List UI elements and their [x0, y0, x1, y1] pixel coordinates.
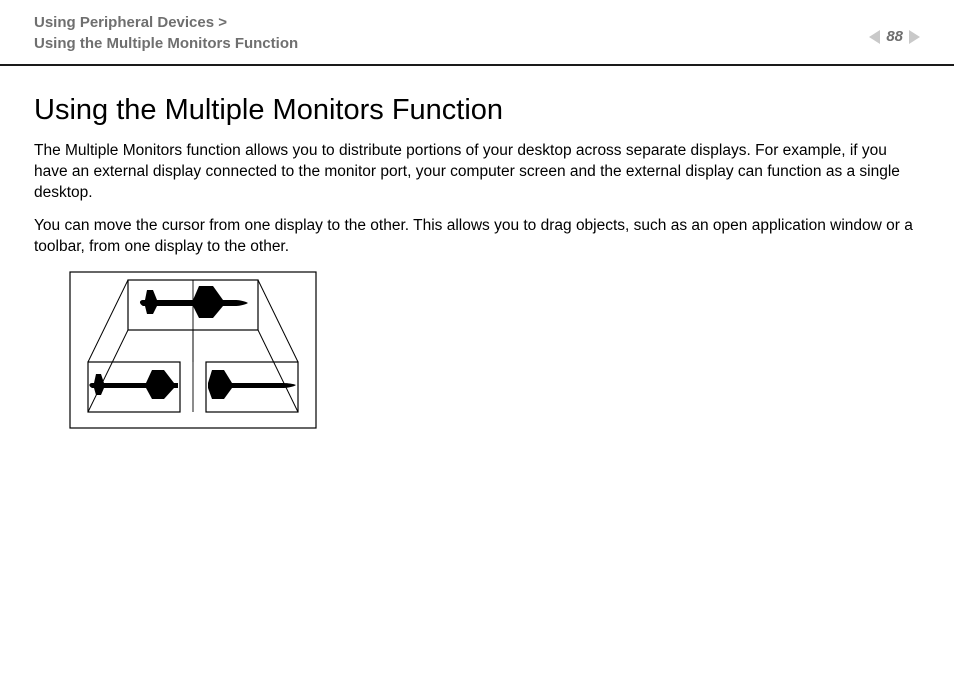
breadcrumb: Using Peripheral Devices > Using the Mul… [34, 12, 298, 54]
illustration-multiple-monitors [68, 270, 920, 430]
page-title: Using the Multiple Monitors Function [34, 94, 920, 127]
body-paragraph: You can move the cursor from one display… [34, 216, 920, 258]
next-page-icon[interactable] [909, 30, 920, 44]
prev-page-icon[interactable] [869, 30, 880, 44]
page-nav: 88 [869, 12, 920, 45]
body-paragraph: The Multiple Monitors function allows yo… [34, 141, 920, 204]
page-header: Using Peripheral Devices > Using the Mul… [0, 0, 954, 66]
page-number: 88 [886, 28, 903, 45]
breadcrumb-parent: Using Peripheral Devices > [34, 12, 298, 33]
airplane-monitors-icon [68, 270, 318, 430]
breadcrumb-current: Using the Multiple Monitors Function [34, 33, 298, 54]
page-content: Using the Multiple Monitors Function The… [0, 66, 954, 448]
